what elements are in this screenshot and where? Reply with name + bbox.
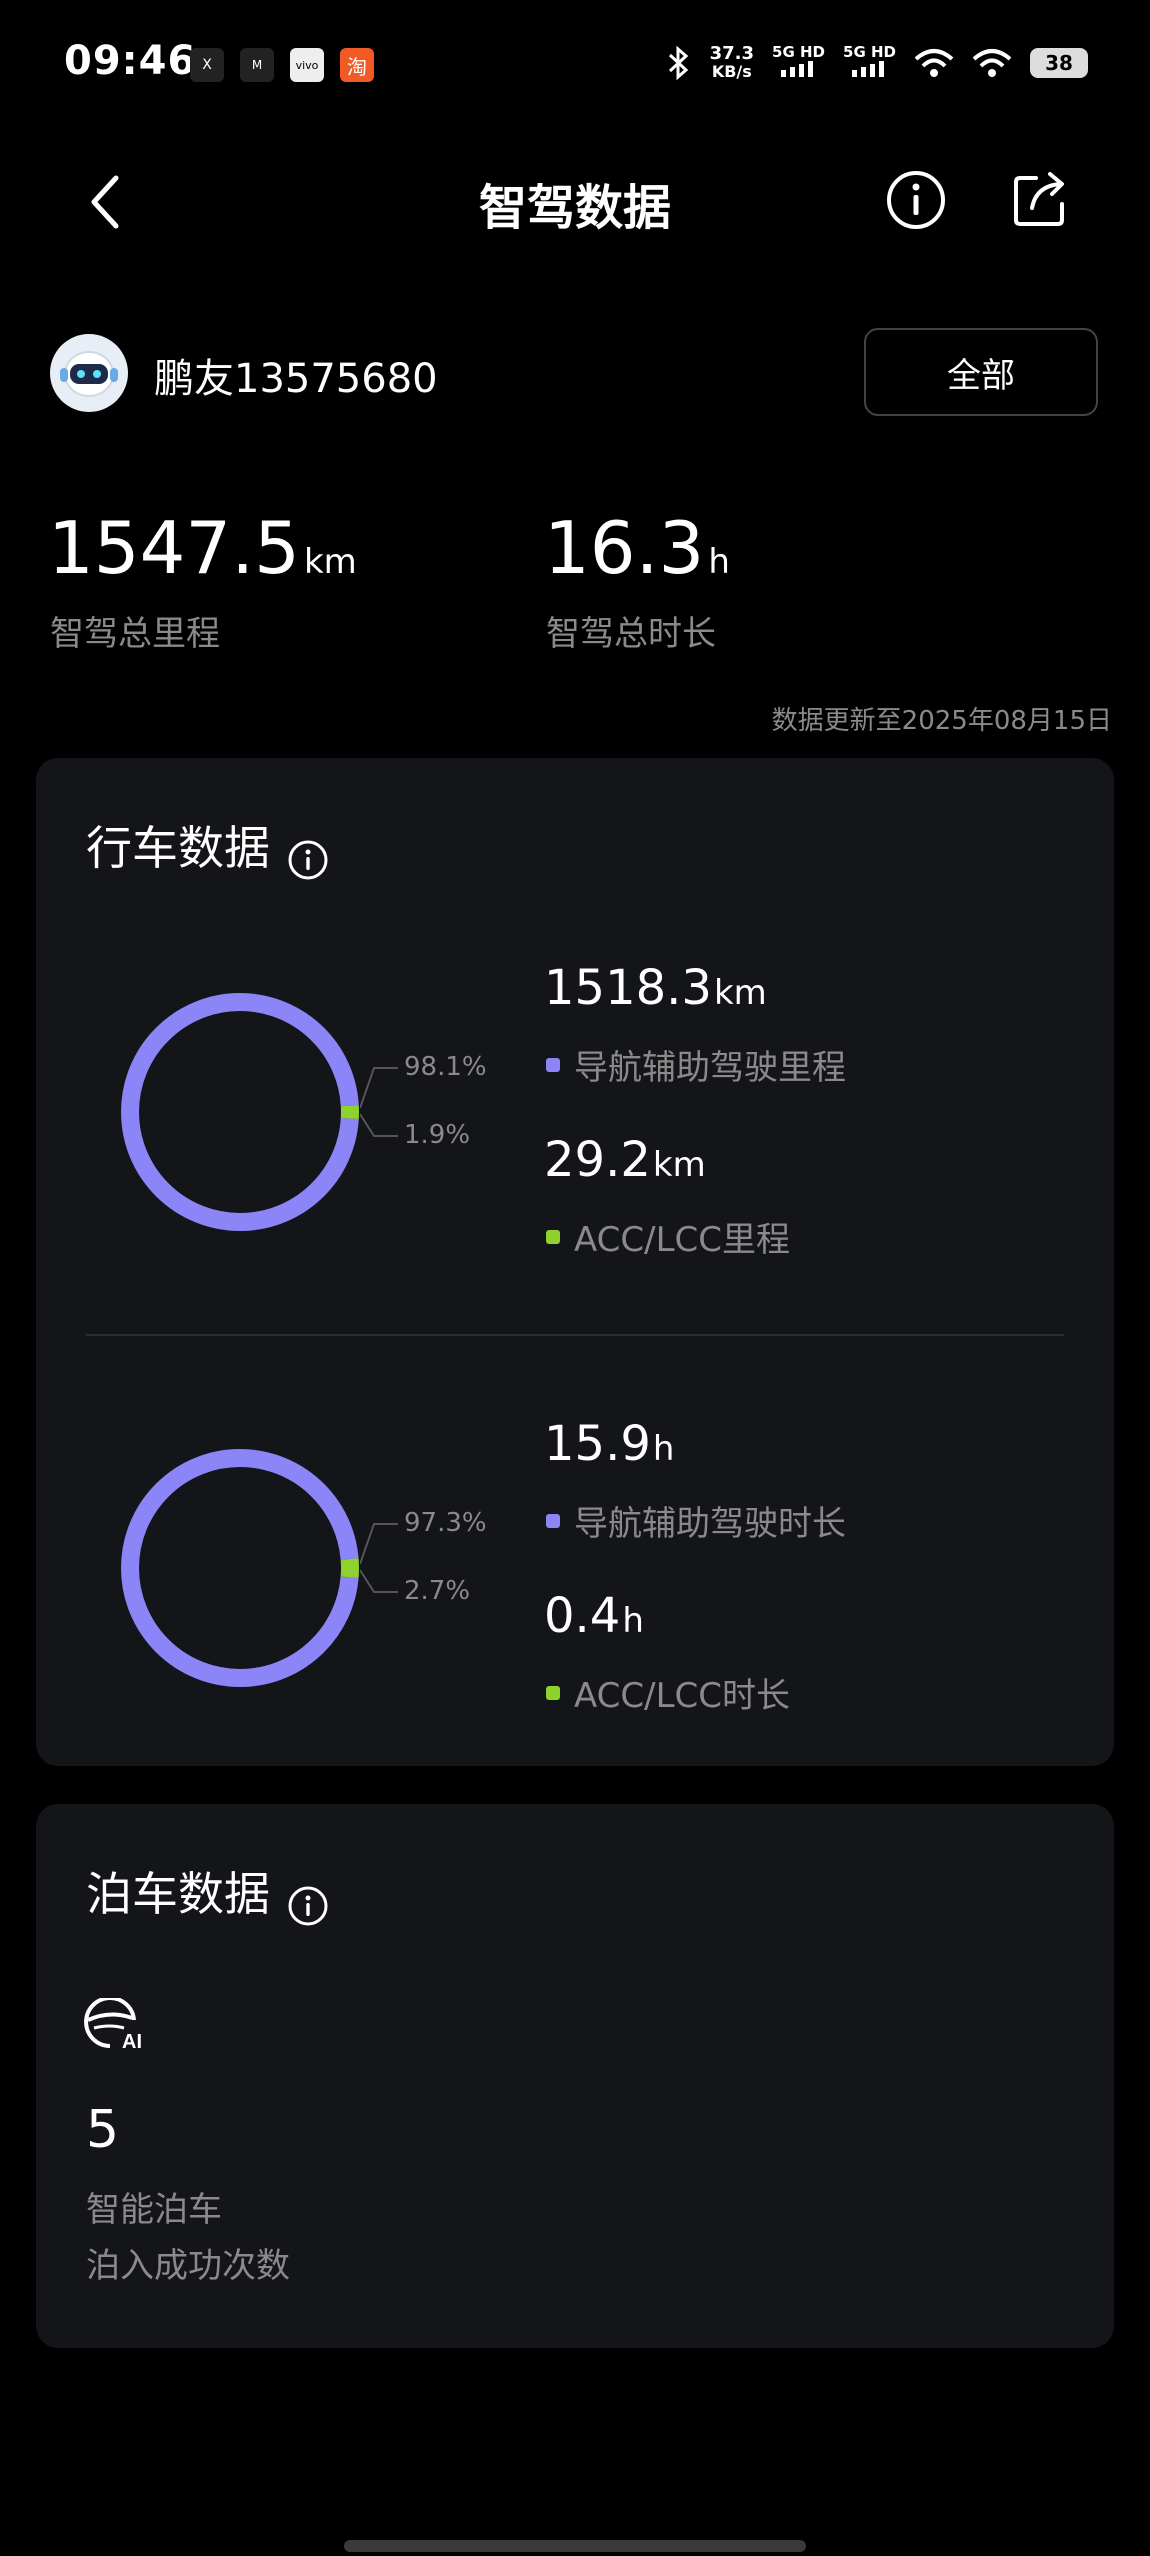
parking-card-header: 泊车数据 xyxy=(86,1858,329,1927)
avatar[interactable] xyxy=(50,334,128,412)
total-distance-value: 1547.5 xyxy=(48,506,300,590)
signal-2: 5G HD xyxy=(843,44,896,81)
distance-primary-pct: 98.1% xyxy=(404,1052,487,1082)
svg-text:AI: AI xyxy=(122,2031,142,2052)
info-icon xyxy=(887,171,945,229)
app-moji-icon: M xyxy=(240,48,274,82)
robot-avatar-icon xyxy=(60,351,118,397)
duration-secondary-pct: 2.7% xyxy=(404,1576,471,1606)
signal-bars-icon xyxy=(851,61,884,77)
wifi-icon xyxy=(972,48,1012,77)
legend-swatch-secondary xyxy=(546,1229,560,1244)
total-duration-value: 16.3 xyxy=(544,506,705,590)
navigation-distance-unit: km xyxy=(713,973,767,1013)
filter-all-button[interactable]: 全部 xyxy=(864,328,1098,416)
info-button[interactable] xyxy=(884,168,948,236)
total-distance: 1547.5 km xyxy=(48,506,357,590)
navigation-duration-metric: 15.9h xyxy=(544,1416,674,1472)
home-indicator[interactable] xyxy=(344,2540,806,2552)
app-taobao-icon: 淘 xyxy=(340,48,374,82)
share-button[interactable] xyxy=(1008,168,1072,236)
acc-duration-legend: ACC/LCC时长 xyxy=(546,1668,790,1717)
bluetooth-icon xyxy=(668,45,688,80)
navigation-duration-legend: 导航辅助驾驶时长 xyxy=(546,1496,846,1545)
acc-duration-unit: h xyxy=(622,1601,644,1641)
status-indicators: 37.3 KB/s 5G HD 5G HD 38 xyxy=(666,44,1088,81)
total-duration: 16.3 h xyxy=(544,506,730,590)
distance-pct-leaders xyxy=(360,1067,398,1137)
status-time: 09:46 xyxy=(64,38,197,84)
status-app-icons: X M vivo 淘 xyxy=(190,48,374,82)
total-distance-unit: km xyxy=(303,542,357,582)
username: 鹏友13575680 xyxy=(154,356,438,402)
acc-distance-unit: km xyxy=(652,1145,706,1185)
app-vivo-icon: vivo xyxy=(290,48,324,82)
acc-distance-legend: ACC/LCC里程 xyxy=(546,1212,790,1261)
wifi-icon xyxy=(914,48,954,77)
signal-1: 5G HD xyxy=(772,44,825,81)
network-speed: 37.3 KB/s xyxy=(709,42,755,81)
legend-swatch-secondary xyxy=(546,1685,560,1700)
app-x-icon: X xyxy=(190,48,224,82)
duration-pct-leaders xyxy=(360,1523,398,1593)
duration-donut-chart xyxy=(121,1449,359,1687)
data-updated-date: 数据更新至2025年08月15日 xyxy=(771,706,1112,736)
legend-swatch-primary xyxy=(546,1057,560,1072)
battery-indicator: 38 xyxy=(1030,47,1088,78)
ai-steering-wheel-icon: AI xyxy=(84,1998,142,2052)
parking-count: 5 xyxy=(86,2100,120,2160)
legend-swatch-primary xyxy=(546,1513,560,1528)
acc-duration-metric: 0.4h xyxy=(544,1588,644,1644)
total-duration-unit: h xyxy=(708,542,730,582)
distance-donut-chart xyxy=(121,993,359,1231)
signal-bars-icon xyxy=(780,61,813,77)
info-icon[interactable] xyxy=(287,1885,329,1927)
parking-label: 智能泊车 xyxy=(86,2190,222,2230)
navigation-distance-metric: 1518.3km xyxy=(544,960,767,1016)
parking-success-label: 泊入成功次数 xyxy=(86,2246,290,2286)
navigation-duration-value: 15.9 xyxy=(544,1416,651,1472)
acc-distance-value: 29.2 xyxy=(544,1132,651,1188)
card-divider xyxy=(86,1334,1064,1336)
info-icon[interactable] xyxy=(287,839,329,881)
total-duration-label: 智驾总时长 xyxy=(546,614,716,654)
distance-secondary-pct: 1.9% xyxy=(404,1120,471,1150)
acc-duration-value: 0.4 xyxy=(544,1588,621,1644)
total-distance-label: 智驾总里程 xyxy=(50,614,220,654)
navigation-distance-value: 1518.3 xyxy=(544,960,712,1016)
donut-segment-navigation xyxy=(121,1449,359,1687)
driving-card-header: 行车数据 xyxy=(86,812,329,881)
duration-primary-pct: 97.3% xyxy=(404,1508,487,1538)
donut-segment-navigation xyxy=(121,993,359,1231)
share-icon xyxy=(1014,172,1064,226)
navigation-distance-legend: 导航辅助驾驶里程 xyxy=(546,1040,846,1089)
page-title: 智驾数据 xyxy=(478,180,671,236)
acc-distance-metric: 29.2km xyxy=(544,1132,706,1188)
driving-card-title: 行车数据 xyxy=(86,821,270,875)
parking-card-title: 泊车数据 xyxy=(86,1867,270,1921)
navigation-duration-unit: h xyxy=(652,1429,675,1469)
